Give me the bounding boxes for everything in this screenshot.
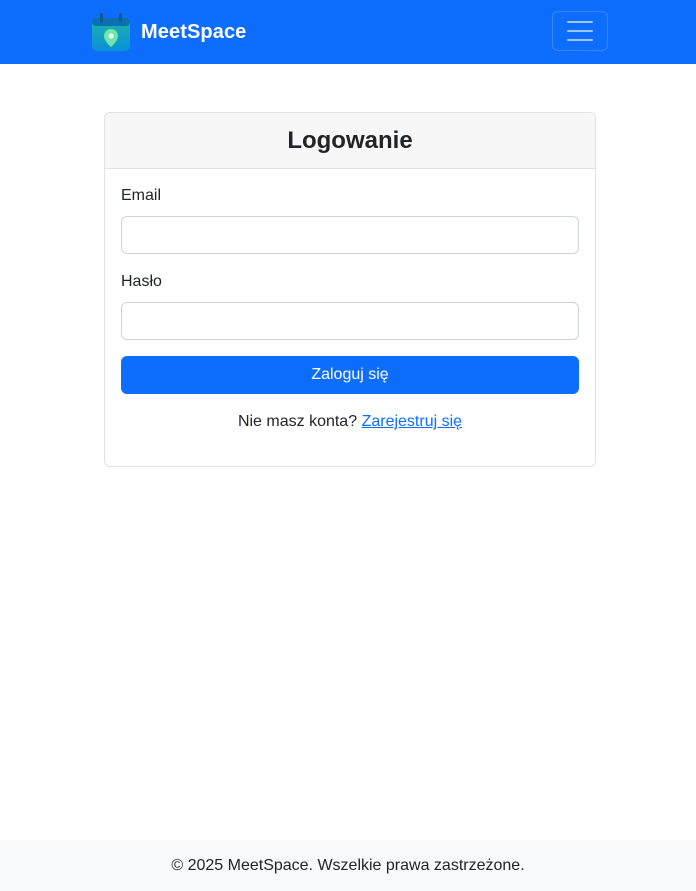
login-card-header: Logowanie xyxy=(105,113,595,169)
hamburger-menu-icon-bar xyxy=(567,39,593,41)
brand-name: MeetSpace xyxy=(141,20,247,43)
password-label: Hasło xyxy=(121,273,162,290)
hamburger-menu-icon-bar xyxy=(567,30,593,32)
brand-link[interactable]: MeetSpace xyxy=(91,11,246,53)
login-card: Logowanie Email Hasło Zaloguj się Nie ma… xyxy=(104,112,596,467)
login-title: Logowanie xyxy=(287,126,413,154)
email-input[interactable] xyxy=(121,216,579,254)
footer: © 2025 MeetSpace. Wszelkie prawa zastrze… xyxy=(0,840,696,891)
hamburger-menu-icon xyxy=(567,21,593,23)
calendar-location-icon xyxy=(92,13,130,51)
login-submit-button[interactable]: Zaloguj się xyxy=(121,356,579,394)
password-input[interactable] xyxy=(121,302,579,340)
page: MeetSpace Logowanie Email Hasło Zaloguj … xyxy=(0,0,696,891)
footer-copyright: © 2025 MeetSpace. Wszelkie prawa zastrze… xyxy=(171,856,525,874)
email-label: Email xyxy=(121,187,162,204)
register-prompt-text: Nie masz konta? xyxy=(237,413,358,430)
register-prompt-line: Nie masz konta? Zarejestruj się xyxy=(105,413,595,431)
register-link[interactable]: Zarejestruj się xyxy=(362,413,462,430)
navbar-toggler-button[interactable] xyxy=(552,11,608,51)
navbar: MeetSpace xyxy=(0,0,696,64)
